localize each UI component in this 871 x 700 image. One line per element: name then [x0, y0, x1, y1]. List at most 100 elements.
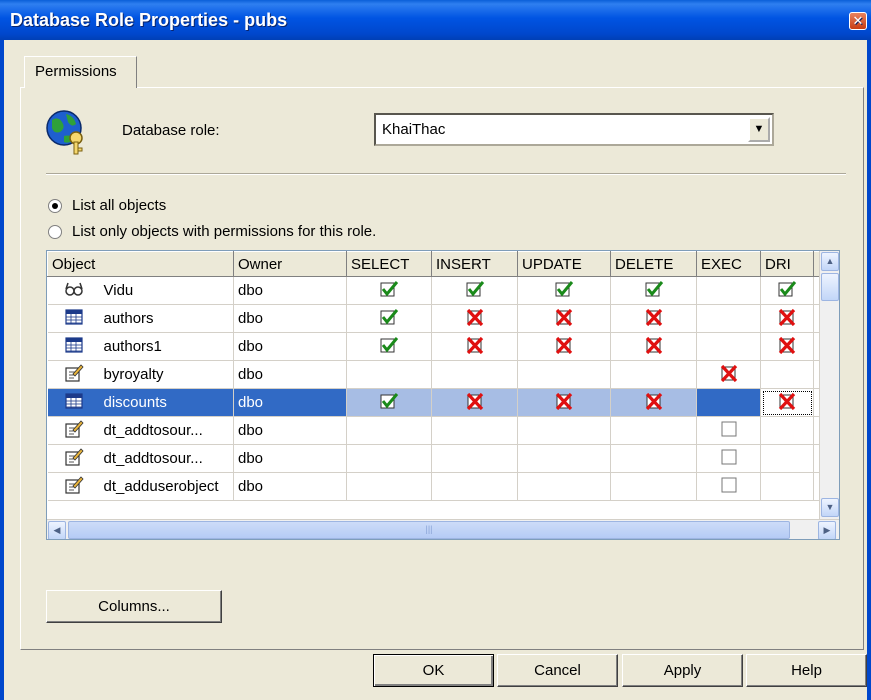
permission-dri[interactable]	[760, 388, 814, 417]
column-header-delete[interactable]: DELETE	[610, 251, 697, 277]
grant-check-icon[interactable]	[379, 336, 399, 354]
scroll-down-icon[interactable]: ▼	[821, 498, 839, 517]
permission-delete[interactable]	[610, 444, 697, 473]
permission-select[interactable]	[346, 276, 432, 305]
permission-dri[interactable]	[760, 472, 814, 501]
empty-checkbox-icon[interactable]	[720, 448, 738, 466]
permission-dri[interactable]	[760, 360, 814, 389]
role-dropdown[interactable]: KhaiThac ▼	[374, 113, 774, 146]
table-row[interactable]: dt_addtosour... dbo	[47, 444, 823, 473]
table-row[interactable]: byroyalty dbo	[47, 360, 823, 389]
deny-x-icon[interactable]	[719, 364, 739, 382]
object-name[interactable]: discounts	[99, 388, 234, 417]
deny-x-icon[interactable]	[777, 308, 797, 326]
permission-insert[interactable]	[431, 444, 518, 473]
table-row[interactable]: authors1 dbo	[47, 332, 823, 361]
deny-x-icon[interactable]	[554, 336, 574, 354]
ok-button[interactable]: OK	[373, 654, 494, 687]
table-row[interactable]: authors dbo	[47, 304, 823, 333]
permission-exec[interactable]	[696, 444, 761, 473]
permission-select[interactable]	[346, 360, 432, 389]
horizontal-scrollbar[interactable]: ◀ ||| ▶	[47, 519, 839, 539]
table-row[interactable]: Vidu dbo	[47, 276, 823, 305]
object-name[interactable]: byroyalty	[99, 360, 234, 389]
permission-exec[interactable]	[696, 416, 761, 445]
column-header-dri[interactable]: DRI	[760, 251, 814, 277]
permission-update[interactable]	[517, 360, 611, 389]
permission-delete[interactable]	[610, 276, 697, 305]
scroll-right-icon[interactable]: ▶	[818, 521, 836, 539]
permission-dri[interactable]	[760, 304, 814, 333]
column-header-update[interactable]: UPDATE	[517, 251, 611, 277]
object-name[interactable]: authors1	[99, 332, 234, 361]
close-button[interactable]: ✕	[849, 12, 867, 30]
permission-update[interactable]	[517, 332, 611, 361]
radio-list-only[interactable]: List only objects with permissions for t…	[48, 223, 376, 240]
columns-button[interactable]: Columns...	[46, 590, 222, 623]
permission-update[interactable]	[517, 304, 611, 333]
object-name[interactable]: Vidu	[99, 276, 234, 305]
permission-insert[interactable]	[431, 360, 518, 389]
permission-delete[interactable]	[610, 472, 697, 501]
deny-x-icon[interactable]	[777, 336, 797, 354]
column-header-select[interactable]: SELECT	[346, 251, 432, 277]
permission-insert[interactable]	[431, 332, 518, 361]
grant-check-icon[interactable]	[379, 392, 399, 410]
scroll-thumb-horizontal[interactable]: |||	[68, 521, 790, 539]
permission-insert[interactable]	[431, 304, 518, 333]
radio-list-all[interactable]: List all objects	[48, 197, 166, 214]
permission-dri[interactable]	[760, 416, 814, 445]
tab-permissions[interactable]: Permissions	[24, 56, 137, 88]
column-header-object[interactable]: Object	[47, 251, 234, 277]
deny-x-icon[interactable]	[644, 336, 664, 354]
permission-exec[interactable]	[696, 304, 761, 333]
deny-x-icon[interactable]	[465, 336, 485, 354]
permission-exec[interactable]	[696, 332, 761, 361]
column-header-exec[interactable]: EXEC	[696, 251, 761, 277]
permission-update[interactable]	[517, 472, 611, 501]
permission-select[interactable]	[346, 416, 432, 445]
deny-x-icon[interactable]	[644, 392, 664, 410]
deny-x-icon[interactable]	[554, 308, 574, 326]
grant-check-icon[interactable]	[777, 280, 797, 298]
deny-x-icon[interactable]	[777, 392, 797, 410]
permission-select[interactable]	[346, 304, 432, 333]
permission-update[interactable]	[517, 388, 611, 417]
permission-insert[interactable]	[431, 472, 518, 501]
radio-button-unchecked[interactable]	[48, 224, 62, 239]
permission-exec[interactable]	[696, 360, 761, 389]
permission-update[interactable]	[517, 416, 611, 445]
permission-select[interactable]	[346, 332, 432, 361]
radio-button-checked[interactable]	[48, 198, 62, 213]
permission-dri[interactable]	[760, 444, 814, 473]
table-row[interactable]: dt_adduserobject dbo	[47, 472, 823, 501]
permission-exec[interactable]	[696, 276, 761, 305]
permission-delete[interactable]	[610, 360, 697, 389]
chevron-down-icon[interactable]: ▼	[748, 117, 770, 142]
permission-insert[interactable]	[431, 416, 518, 445]
vertical-scrollbar[interactable]: ▲ ▼	[819, 251, 839, 519]
scroll-up-icon[interactable]: ▲	[821, 252, 839, 271]
grant-check-icon[interactable]	[644, 280, 664, 298]
deny-x-icon[interactable]	[465, 308, 485, 326]
object-name[interactable]: dt_adduserobject	[99, 472, 234, 501]
deny-x-icon[interactable]	[554, 392, 574, 410]
deny-x-icon[interactable]	[644, 308, 664, 326]
column-header-insert[interactable]: INSERT	[431, 251, 518, 277]
grant-check-icon[interactable]	[465, 280, 485, 298]
grant-check-icon[interactable]	[554, 280, 574, 298]
permission-update[interactable]	[517, 276, 611, 305]
permission-delete[interactable]	[610, 416, 697, 445]
empty-checkbox-icon[interactable]	[720, 420, 738, 438]
object-name[interactable]: authors	[99, 304, 234, 333]
table-row[interactable]: dt_addtosour... dbo	[47, 416, 823, 445]
permission-select[interactable]	[346, 472, 432, 501]
permission-exec[interactable]	[696, 388, 761, 417]
deny-x-icon[interactable]	[465, 392, 485, 410]
permission-select[interactable]	[346, 444, 432, 473]
permission-delete[interactable]	[610, 304, 697, 333]
permission-update[interactable]	[517, 444, 611, 473]
permission-exec[interactable]	[696, 472, 761, 501]
permission-insert[interactable]	[431, 276, 518, 305]
object-name[interactable]: dt_addtosour...	[99, 444, 234, 473]
